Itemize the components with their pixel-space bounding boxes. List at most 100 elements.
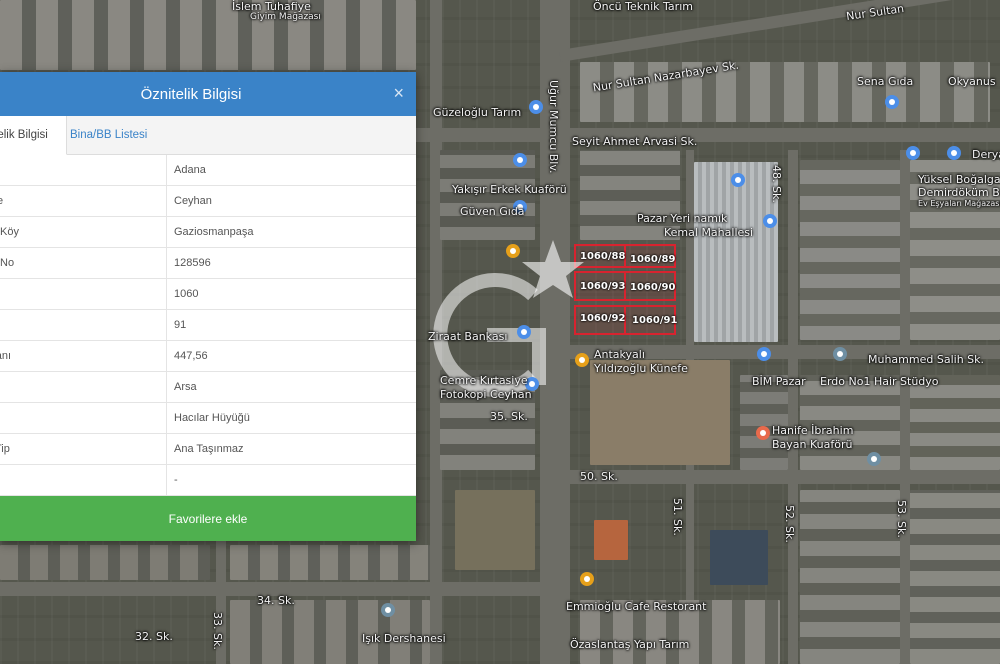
parcel-label: 1060/92 [580,313,626,324]
panel-title: Öznitelik Bilgisi [140,85,242,103]
housing-row-north [580,62,990,122]
attribute-key: n Tip [0,443,10,455]
housing-row-nw [0,0,416,70]
map-label: Güven Gıda [460,205,525,218]
attribute-key: Alanı [0,350,12,362]
table-row: 1060 [0,278,416,310]
table-row: lle No 128596 [0,247,416,279]
location-pin-icon[interactable] [762,214,778,230]
housing-block-4 [800,375,900,470]
location-pin-icon[interactable] [884,95,900,111]
road-52-sk [788,150,798,664]
parcel-label: 1060/93 [580,281,626,292]
map-label: Pazar Yeri namık [637,212,728,225]
attribute-key-cell: lle No [0,247,167,279]
parcel-label: 1060/88 [580,251,626,262]
table-row: kArsa [0,371,416,403]
close-icon[interactable]: × [393,83,404,104]
map-label: Güzeloğlu Tarım [433,106,522,119]
location-pin-icon[interactable] [756,347,772,363]
location-pin-icon[interactable] [905,146,921,162]
location-pin-icon[interactable] [505,244,521,260]
location-pin-icon[interactable] [380,603,396,619]
map-label: Bayan Kuaförü [772,438,853,451]
location-pin-icon[interactable] [755,426,771,442]
attribute-value: Ana Taşınmaz [166,433,416,465]
attribute-key-cell: k [0,371,167,403]
table-row: iiHacılar Hüyüğü [0,402,416,434]
housing-row-sw [0,545,210,580]
road-seyit-ahmet [416,128,1000,142]
table-row: - [0,464,416,496]
map-label: 50. Sk. [580,470,618,483]
table-row: Alanı 447,56 [0,340,416,372]
map-label: Seyit Ahmet Arvasi Sk. [572,135,698,148]
map-label: Işık Dershanesi [362,632,446,645]
attribute-value: 1060 [166,278,416,310]
attribute-key-cell: lle/Köy [0,216,167,248]
attribute-value: Ceyhan [166,185,416,217]
map-label: Fotokopi Ceyhan [440,388,532,401]
housing-block-6 [800,490,900,664]
attribute-key-cell [0,278,167,310]
map-label: Kemal Mahallesi [664,226,754,239]
location-pin-icon[interactable] [574,353,590,369]
map-label: 48. Sk. [770,165,783,203]
location-pin-icon[interactable] [832,347,848,363]
map-label: 53. Sk. [895,500,908,538]
map-label: Uğur Mumcu Blv. [547,80,560,174]
panel-header: Öznitelik Bilgisi × [0,72,416,116]
map-label: Okyanus [948,75,996,88]
map-label: Sena Gıda [857,75,914,88]
housing-block-3 [740,375,788,470]
location-pin-icon[interactable] [528,100,544,116]
table-row: İlAdana [0,155,416,186]
map-label: 34. Sk. [257,594,295,607]
map-label: Erdo No1 Hair Stüdyo [820,375,939,388]
panel-tabs: tnitelik Bilgisi Bina/BB Listesi [0,116,416,155]
location-pin-icon[interactable] [730,173,746,189]
location-pin-icon[interactable] [579,572,595,588]
map-label: BİM Pazar [752,375,806,388]
map-label: 32. Sk. [135,630,173,643]
building-roof-red [594,520,628,560]
map-label: Yakışır Erkek Kuaförü [452,183,567,196]
attribute-value: Gaziosmanpaşa [166,216,416,248]
attribute-key-cell: ii [0,402,167,434]
housing-block-5 [910,375,1000,470]
parcel-label: 1060/89 [630,254,676,265]
tab-building-list[interactable]: Bina/BB Listesi [62,116,155,154]
housing-block-7 [910,490,1000,664]
housing-block-1 [800,160,900,340]
tab-attribute-info[interactable]: tnitelik Bilgisi [0,116,67,155]
road-53-sk [900,150,910,664]
parcel-label: 1060/91 [632,315,678,326]
map-label: Muhammed Salih Sk. [868,353,985,366]
add-to-favorites-button[interactable]: Favorilere ekle [0,496,416,541]
attribute-value: Arsa [166,371,416,403]
map-label: Yıldızoğlu Künefe [594,362,688,375]
map-label: 51. Sk. [671,498,684,536]
map-label: 33. Sk. [211,612,224,650]
location-pin-icon[interactable] [512,153,528,169]
attribute-value: - [166,464,416,496]
map-label: Demirdöküm Bayii [918,186,1000,199]
location-pin-icon[interactable] [866,452,882,468]
housing-row-sw2 [230,545,430,580]
attribute-key-cell [0,464,167,496]
map-label: Giyim Mağazası [250,12,321,22]
parcel-label: 1060/90 [630,282,676,293]
attribute-key-cell: el [0,309,167,341]
construction-site [590,360,730,465]
attribute-key-cell: İlçe [0,185,167,217]
map-label: Emmioğlu Cafe Restorant [566,600,707,613]
location-pin-icon[interactable] [946,146,962,162]
attribute-value: 128596 [166,247,416,279]
attribute-value: 447,56 [166,340,416,372]
map-label: Yüksel Boğalgaz [918,173,1000,186]
map-label: Derya [972,148,1000,161]
table-row: İlçe Ceyhan [0,185,416,217]
map-label: Hanife İbrahim [772,424,854,437]
attribute-key-cell: İl [0,155,167,186]
location-pin-icon[interactable] [516,325,532,341]
